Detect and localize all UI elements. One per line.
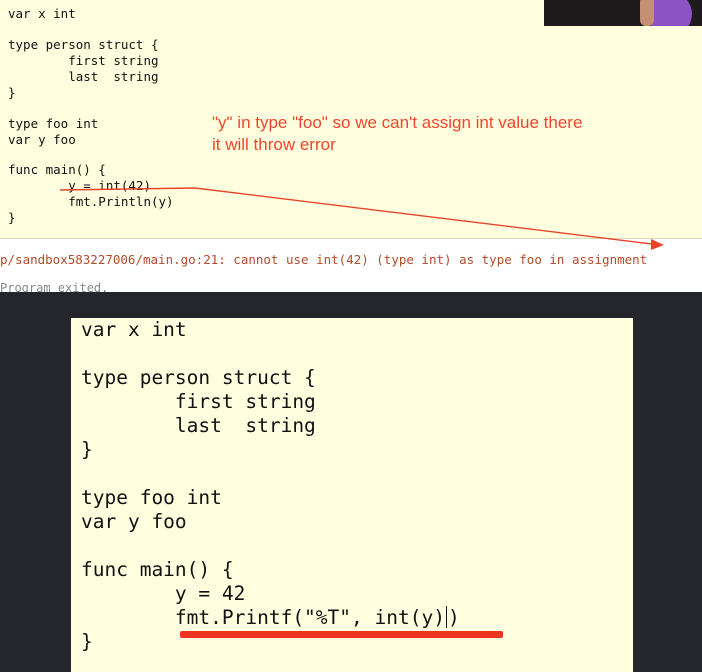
printf-line: fmt.Printf("%T", int(y)): [81, 606, 460, 630]
bottom-code-editor[interactable]: var x int type person struct { first str…: [71, 318, 633, 672]
bottom-code-block-type: type foo int var y foo: [81, 486, 222, 533]
annotation-arrow: [59, 187, 664, 250]
highlight-underline: [180, 631, 503, 638]
program-exited-text: Program exited.: [0, 282, 109, 292]
printf-close-paren: ): [447, 606, 460, 629]
closing-brace: }: [81, 630, 93, 653]
arrow-head: [651, 239, 664, 250]
bottom-code-block-struct: type person struct { first string last s…: [81, 366, 316, 461]
arrow-line: [59, 187, 653, 245]
text-caret: [445, 606, 447, 628]
top-screenshot: var x int type person struct { first str…: [0, 0, 702, 292]
printf-call: fmt.Printf("%T", int(y): [81, 606, 445, 629]
bottom-code-block-var: var x int: [81, 318, 187, 341]
bottom-code-block-main: func main() { y = 42: [81, 558, 246, 605]
compiler-error-message: p/sandbox583227006/main.go:21: cannot us…: [0, 252, 648, 267]
